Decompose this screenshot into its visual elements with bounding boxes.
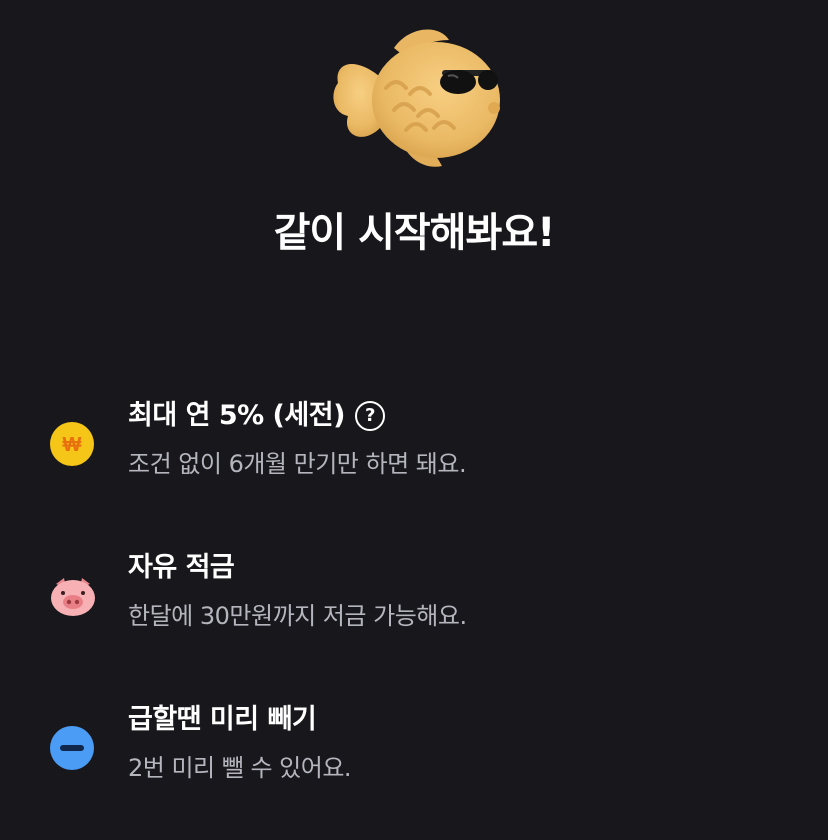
feature-headline: 최대 연 5% (세전)	[128, 400, 345, 431]
hero-illustration	[0, 18, 828, 178]
page-title: 같이 시작해봐요!	[273, 210, 556, 256]
feature-description: 2번 미리 뺄 수 있어요.	[128, 754, 352, 782]
feature-headline: 자유 적금	[128, 552, 235, 583]
help-button[interactable]: ?	[354, 401, 385, 431]
feature-item-interest: ₩ 최대 연 5% (세전) ? 조건 없이 6개월 만기만 하면 돼요.	[50, 398, 790, 488]
feature-description: 한달에 30만원까지 저금 가능해요.	[128, 602, 467, 630]
fish-bun-sunglasses-icon	[333, 29, 500, 167]
svg-text:₩: ₩	[63, 434, 82, 456]
feature-item-early-withdrawal: 급할땐 미리 빼기 2번 미리 뺄 수 있어요.	[50, 702, 790, 792]
feature-item-free-savings: 자유 적금 한달에 30만원까지 저금 가능해요.	[50, 550, 790, 640]
won-coin-icon: ₩	[50, 422, 94, 466]
pig-icon	[50, 574, 95, 618]
minus-circle-icon	[50, 726, 94, 770]
feature-headline: 급할땐 미리 빼기	[128, 704, 317, 735]
feature-description: 조건 없이 6개월 만기만 하면 돼요.	[128, 450, 467, 478]
